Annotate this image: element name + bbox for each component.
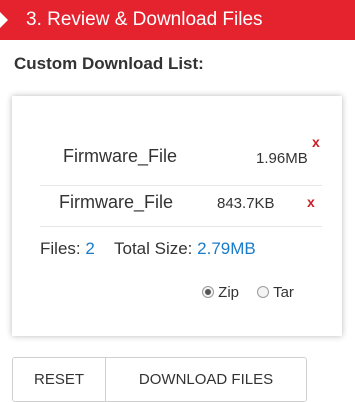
remove-x-icon[interactable]: x bbox=[312, 135, 320, 149]
action-buttons: RESET DOWNLOAD FILES bbox=[12, 357, 307, 402]
format-option-zip[interactable]: Zip bbox=[202, 284, 239, 301]
step-title: 3. Review & Download Files bbox=[26, 9, 263, 30]
download-files-button[interactable]: DOWNLOAD FILES bbox=[106, 358, 306, 401]
file-name: Firmware_File bbox=[59, 192, 174, 212]
format-label: Tar bbox=[273, 284, 294, 301]
row-divider bbox=[40, 226, 322, 227]
file-name: Firmware_File bbox=[63, 146, 178, 166]
step-header: 3. Review & Download Files bbox=[0, 0, 355, 40]
format-label: Zip bbox=[218, 284, 240, 301]
format-option-tar[interactable]: Tar bbox=[257, 284, 294, 301]
total-size-value: 2.79MB bbox=[197, 239, 256, 258]
download-list-card: Firmware_File 1.96MB x Firmware_File 843… bbox=[12, 96, 342, 336]
download-summary: Files: 2 Total Size: 2.79MB bbox=[40, 239, 256, 259]
file-row: Firmware_File 1.96MB x bbox=[12, 135, 342, 176]
arrow-right-icon bbox=[0, 12, 8, 28]
radio-checked-icon[interactable] bbox=[202, 286, 214, 298]
files-count: 2 bbox=[85, 239, 95, 258]
files-label: Files: bbox=[40, 239, 81, 258]
remove-x-icon[interactable]: x bbox=[307, 195, 315, 209]
section-title: Custom Download List: bbox=[14, 54, 204, 73]
archive-format-group: Zip Tar bbox=[202, 284, 294, 301]
reset-button[interactable]: RESET bbox=[13, 358, 106, 401]
radio-unchecked-icon[interactable] bbox=[257, 286, 270, 298]
file-size: 1.96MB bbox=[256, 150, 308, 167]
file-row: Firmware_File 843.7KB x bbox=[12, 178, 342, 218]
file-size: 843.7KB bbox=[217, 195, 275, 212]
total-size-label: Total Size: bbox=[113, 239, 193, 258]
